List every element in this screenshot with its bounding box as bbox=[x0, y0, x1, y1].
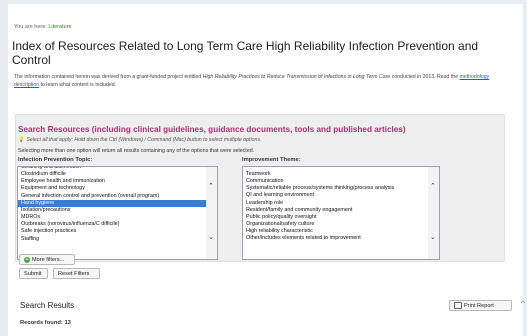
list-option[interactable]: Teamwork bbox=[243, 171, 428, 178]
theme-scrollbar[interactable]: ⌃ ⌄ bbox=[428, 167, 439, 259]
print-report-button[interactable]: Print Report bbox=[449, 300, 512, 311]
hint-text: Select all that apply: Hold down the Ctr… bbox=[26, 137, 262, 143]
lightbulb-icon: 💡 bbox=[18, 137, 25, 143]
list-option[interactable]: Leadership role bbox=[243, 200, 428, 207]
list-option[interactable]: Hand hygiene bbox=[18, 199, 206, 207]
intro-text-part: to learn what content is included. bbox=[39, 82, 117, 88]
list-option[interactable]: Employee health and immunization bbox=[18, 178, 206, 185]
topic-listbox[interactable]: Cleaning and disinfection Clostridium dif… bbox=[17, 166, 218, 260]
print-label: Print Report bbox=[464, 303, 494, 309]
list-option[interactable]: Safe injection practices bbox=[18, 228, 206, 235]
intro-text-part: The information contained herein was der… bbox=[14, 74, 203, 80]
list-option[interactable]: Outbreaks (norovirus/influenza/C diffici… bbox=[18, 221, 206, 228]
list-option[interactable]: Public policy/quality oversight bbox=[243, 214, 428, 221]
list-option[interactable]: Equipment and technology bbox=[18, 185, 206, 192]
list-option[interactable]: General infection control and prevention… bbox=[18, 193, 206, 200]
more-filters-button[interactable]: + More filters... bbox=[19, 254, 75, 265]
down-arrow-icon[interactable]: ⌄ bbox=[208, 234, 214, 241]
more-filters-label: More filters... bbox=[32, 257, 65, 263]
intro-text: The information contained herein was der… bbox=[14, 73, 504, 89]
search-hint: 💡 Select all that apply: Hold down the Ct… bbox=[18, 137, 261, 143]
list-option[interactable]: Other/includes elements related to impro… bbox=[243, 235, 428, 242]
intro-text-part: conducted in 2013. Read the bbox=[390, 74, 460, 80]
list-option[interactable]: Organizational/safety culture bbox=[243, 221, 428, 228]
submit-button[interactable]: Submit bbox=[19, 268, 48, 279]
list-option[interactable]: Resident/family and community engagement bbox=[243, 207, 428, 214]
page-title: Index of Resources Related to Long Term … bbox=[12, 39, 479, 67]
plus-icon: + bbox=[24, 256, 30, 263]
list-option[interactable]: Systematic/reliable process/systems thin… bbox=[243, 185, 428, 192]
theme-label: Improvement Theme: bbox=[242, 157, 301, 163]
breadcrumb-prefix: You are here: bbox=[14, 24, 47, 30]
list-option[interactable]: High reliability characteristic bbox=[243, 228, 428, 235]
records-found: Records found: 13 bbox=[20, 320, 71, 326]
project-title: High Reliability Practices to Reduce Tra… bbox=[202, 74, 391, 80]
theme-listbox[interactable]: Teamwork Communication Systematic/reliable… bbox=[242, 166, 440, 260]
printer-icon bbox=[454, 302, 462, 310]
back-to-top-icon[interactable]: ⌃ bbox=[519, 300, 527, 311]
search-note: Selecting more than one option will retu… bbox=[18, 148, 255, 154]
list-option[interactable]: Clostridium difficile bbox=[18, 171, 206, 178]
breadcrumb: You are here: Literature bbox=[14, 24, 72, 30]
up-arrow-icon[interactable]: ⌃ bbox=[208, 183, 214, 190]
theme-list: Teamwork Communication Systematic/reliable… bbox=[243, 171, 428, 243]
list-option[interactable]: QI and learning environment bbox=[243, 192, 428, 199]
list-option[interactable]: Staffing bbox=[18, 236, 206, 243]
down-arrow-icon[interactable]: ⌄ bbox=[430, 234, 436, 241]
reset-filters-button[interactable]: Reset Filters bbox=[53, 268, 100, 279]
list-option[interactable]: Communication bbox=[243, 178, 428, 185]
topic-scrollbar[interactable]: ⌃ ⌄ bbox=[206, 167, 217, 259]
search-heading: Search Resources (including clinical gui… bbox=[18, 125, 406, 134]
results-heading: Search Results bbox=[20, 301, 75, 310]
list-option[interactable]: MDROs bbox=[18, 214, 206, 221]
topic-list: Cleaning and disinfection Clostridium dif… bbox=[18, 167, 206, 243]
topic-label: Infection Prevention Topic: bbox=[18, 157, 93, 163]
breadcrumb-current[interactable]: Literature bbox=[48, 24, 71, 30]
list-option[interactable]: Isolation/precautions bbox=[18, 207, 206, 214]
up-arrow-icon[interactable]: ⌃ bbox=[430, 183, 436, 190]
